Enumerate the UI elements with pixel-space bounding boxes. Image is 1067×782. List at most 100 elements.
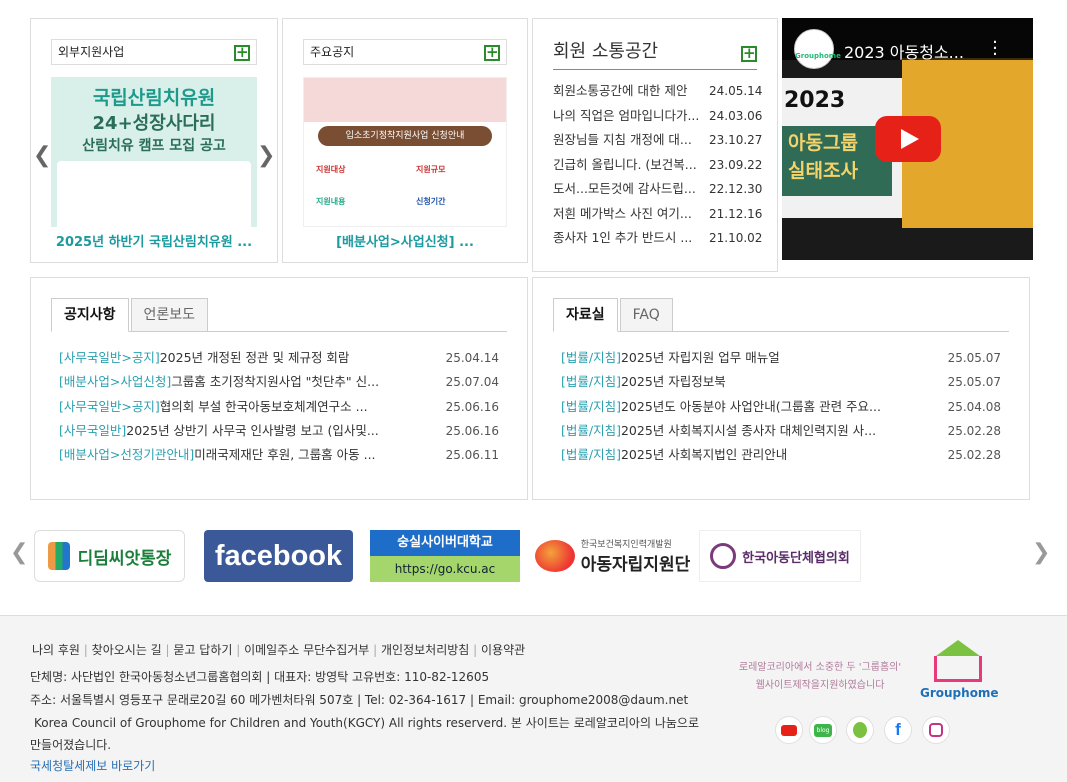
footer-link[interactable]: 나의 후원	[32, 643, 80, 657]
list-item-date: 25.05.07	[947, 375, 1001, 390]
list-item[interactable]: [사무국일반>공지] 협의회 부설 한국아동보호체계연구소 ... 25.06.16	[59, 395, 499, 419]
list-item-category[interactable]: [배분사업>선정기관안내]	[59, 443, 194, 467]
footer-link[interactable]: 이메일주소 무단수집거부	[244, 643, 369, 657]
footer-link[interactable]: 묻고 답하기	[173, 643, 232, 657]
banner-kcwa[interactable]: 한국아동단체협의회	[699, 530, 861, 582]
list-item-category[interactable]: [사무국일반>공지]	[59, 346, 160, 370]
list-item-category[interactable]: [법률/지침]	[561, 419, 621, 443]
next-arrow-icon[interactable]: ❯	[257, 143, 275, 168]
list-item-title[interactable]: 2025년 자립지원 업무 매뉴얼	[621, 346, 941, 370]
list-item-title[interactable]: 2025년 사회복지법인 관리안내	[621, 443, 941, 467]
more-plus-icon[interactable]: +	[234, 45, 250, 61]
community-item-title[interactable]: 원장님들 지침 개정에 대...	[553, 128, 709, 153]
community-item[interactable]: 저흰 메가박스 사진 여기... 21.12.16	[553, 202, 763, 227]
footer-link[interactable]: 이용약관	[481, 643, 525, 657]
list-item-title[interactable]: 그룹홈 초기정착지원사업 "첫단추" 신...	[171, 370, 439, 394]
list-item-title[interactable]: 미래국제재단 후원, 그룹홈 아동 ...	[194, 443, 439, 467]
community-item-title[interactable]: 도서...모든것에 감사드립...	[553, 177, 709, 202]
community-item-title[interactable]: 종사자 1인 추가 반드시 ...	[553, 226, 709, 251]
list-item[interactable]: [배분사업>사업신청] 그룹홈 초기정착지원사업 "첫단추" 신... 25.07.…	[59, 370, 499, 394]
tab-notices[interactable]: 공지사항	[51, 298, 129, 332]
play-button-icon[interactable]	[875, 116, 941, 162]
list-item-category[interactable]: [사무국일반]	[59, 419, 126, 443]
list-item[interactable]: [사무국일반>공지] 2025년 개정된 정관 및 제규정 회람 25.04.14	[59, 346, 499, 370]
list-item[interactable]: [법률/지침] 2025년 자립정보북 25.05.07	[561, 370, 1001, 394]
list-item-date: 25.06.16	[445, 399, 499, 414]
banner-didim[interactable]: 디딤씨앗통장	[34, 530, 185, 582]
banner-facebook[interactable]: facebook	[204, 530, 353, 582]
main-notice-caption[interactable]: [배분사업>사업신청] ...	[283, 231, 527, 250]
tab-faq[interactable]: FAQ	[619, 298, 673, 332]
banner-kohi[interactable]: 한국보건복지인력개발원 아동자립지원단	[532, 530, 693, 582]
external-support-caption[interactable]: 2025년 하반기 국립산림치유원 ...	[31, 231, 277, 250]
community-item-title[interactable]: 긴급히 올립니다. (보건복...	[553, 153, 709, 178]
list-item[interactable]: [법률/지침] 2025년 사회복지시설 종사자 대체인력지원 사... 25.02…	[561, 419, 1001, 443]
tab-resources[interactable]: 자료실	[553, 298, 618, 332]
community-item-date: 21.10.02	[709, 231, 763, 245]
banner-next-arrow-icon[interactable]: ❯	[1032, 540, 1050, 565]
resources-board: 자료실 FAQ [법률/지침] 2025년 자립지원 업무 매뉴얼 25.05.07…	[532, 277, 1030, 500]
footer-separator: |	[469, 643, 482, 657]
community-item[interactable]: 원장님들 지침 개정에 대... 23.10.27	[553, 128, 762, 153]
instagram-icon[interactable]	[922, 716, 950, 744]
list-item-title[interactable]: 2025년도 아동분야 사업안내(그룹홈 관련 주요...	[621, 395, 941, 419]
more-plus-icon[interactable]: +	[741, 46, 757, 62]
prev-arrow-icon[interactable]: ❮	[33, 143, 51, 168]
youtube-icon[interactable]	[775, 716, 803, 744]
list-item-category[interactable]: [법률/지침]	[561, 370, 621, 394]
video-player[interactable]: 2023 아동그룹 실태조사 Grouphome 2023 아동청소... · ·…	[782, 18, 1033, 260]
list-item[interactable]: [배분사업>선정기관안내] 미래국제재단 후원, 그룹홈 아동 ... 25.06.…	[59, 443, 499, 467]
external-support-image[interactable]: 국립산림치유원 24+성장사다리 산림치유 캠프 모집 공고	[51, 77, 257, 227]
list-item-category[interactable]: [법률/지침]	[561, 443, 621, 467]
community-item-title[interactable]: 회원소통공간에 대한 제안	[553, 79, 709, 104]
community-item[interactable]: 회원소통공간에 대한 제안 24.05.14	[553, 79, 762, 104]
list-item-title[interactable]: 2025년 사회복지시설 종사자 대체인력지원 사...	[621, 419, 941, 443]
tax-report-link[interactable]: 국세청탈세제보 바로가기	[30, 757, 155, 774]
list-item-category[interactable]: [법률/지침]	[561, 346, 621, 370]
footer-separator: |	[79, 643, 92, 657]
main-notice-panel: 주요공지 + 입소초기정착지원사업 신청안내 지원대상 지원규모 지원내용 신청…	[282, 18, 528, 263]
list-item-title[interactable]: 2025년 상반기 사무국 인사발령 보고 (입사및...	[126, 419, 439, 443]
main-notice-header: 주요공지 +	[303, 39, 507, 65]
list-item-category[interactable]: [배분사업>사업신청]	[59, 370, 171, 394]
notice-board: 공지사항 언론보도 [사무국일반>공지] 2025년 개정된 정관 및 제규정 회…	[30, 277, 528, 500]
list-item-category[interactable]: [법률/지침]	[561, 395, 621, 419]
list-item-category[interactable]: [사무국일반>공지]	[59, 395, 160, 419]
community-item[interactable]: 긴급히 올립니다. (보건복... 23.09.22	[553, 153, 762, 178]
more-plus-icon[interactable]: +	[484, 45, 500, 61]
community-item[interactable]: 나의 직업은 엄마입니다가... 24.03.06	[553, 104, 762, 129]
video-title[interactable]: 2023 아동청소...	[844, 39, 964, 63]
kohi-main: 아동자립지원단	[580, 555, 691, 575]
list-item-date: 25.07.04	[445, 375, 499, 390]
tab-press[interactable]: 언론보도	[130, 298, 209, 332]
footer: 나의 후원 | 찾아오시는 길 | 묻고 답하기 | 이메일주소 무단수집거부 …	[0, 615, 1067, 782]
channel-logo[interactable]: Grouphome	[794, 29, 841, 69]
band-icon[interactable]	[846, 716, 874, 744]
list-item[interactable]: [법률/지침] 2025년 사회복지법인 관리안내 25.02.28	[561, 443, 1001, 467]
notice-tabs: 공지사항 언론보도	[51, 298, 210, 332]
list-item[interactable]: [법률/지침] 2025년도 아동분야 사업안내(그룹홈 관련 주요... 25.0…	[561, 395, 1001, 419]
footer-copyright: Korea Council of Grouphome for Children …	[34, 716, 699, 730]
banner-kcu[interactable]: 숭실사이버대학교 https://go.kcu.ac	[370, 530, 520, 582]
main-notice-title: 주요공지	[310, 45, 355, 59]
list-item-title[interactable]: 협의회 부설 한국아동보호체계연구소 ...	[160, 395, 439, 419]
footer-link[interactable]: 개인정보처리방침	[381, 643, 469, 657]
banner-prev-arrow-icon[interactable]: ❮	[10, 540, 28, 565]
community-item[interactable]: 종사자 1인 추가 반드시 ... 21.10.02	[553, 226, 763, 251]
img-banner-top	[304, 78, 506, 122]
community-item[interactable]: 도서...모든것에 감사드립... 22.12.30	[553, 177, 762, 202]
blog-icon[interactable]: blog	[809, 716, 837, 744]
video-big-line-1: 아동그룹	[788, 132, 858, 154]
video-menu-icon[interactable]: · · ·	[990, 34, 1000, 64]
list-item-title[interactable]: 2025년 자립정보북	[621, 370, 941, 394]
community-item-date: 21.12.16	[709, 206, 763, 221]
footer-link[interactable]: 찾아오시는 길	[92, 643, 162, 657]
list-item-title[interactable]: 2025년 개정된 정관 및 제규정 회람	[160, 346, 439, 370]
community-item-title[interactable]: 저흰 메가박스 사진 여기...	[553, 202, 709, 227]
list-item[interactable]: [사무국일반] 2025년 상반기 사무국 인사발령 보고 (입사및... 25.0…	[59, 419, 499, 443]
list-item[interactable]: [법률/지침] 2025년 자립지원 업무 매뉴얼 25.05.07	[561, 346, 1001, 370]
main-notice-image[interactable]: 입소초기정착지원사업 신청안내 지원대상 지원규모 지원내용 신청기간	[303, 77, 507, 227]
facebook-icon[interactable]: f	[884, 716, 912, 744]
footer-separator: |	[161, 643, 174, 657]
community-item-title[interactable]: 나의 직업은 엄마입니다가...	[553, 104, 709, 129]
